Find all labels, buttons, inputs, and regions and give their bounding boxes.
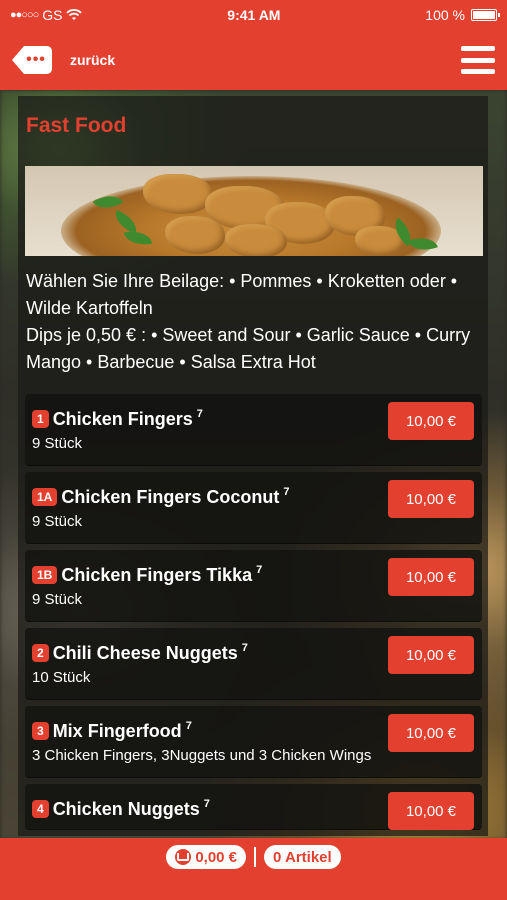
hamburger-menu-icon[interactable] <box>461 46 495 74</box>
item-number-badge: 3 <box>32 722 49 740</box>
item-title: 2 Chili Cheese Nuggets 7 <box>32 636 372 665</box>
item-number-badge: 1B <box>32 566 58 584</box>
item-description: 9 Stück <box>32 435 83 452</box>
item-number-badge: 1A <box>32 488 58 506</box>
item-name: Chicken Fingers Coconut <box>61 487 280 507</box>
status-left: ●●○○○ GS <box>10 7 83 23</box>
add-to-cart-price-button[interactable]: 10,00 € <box>388 714 474 752</box>
wifi-icon <box>66 9 83 20</box>
item-title: 1A Chicken Fingers Coconut 7 <box>32 480 372 509</box>
cart-footer: 0,00 € 0 Artikel <box>0 838 507 900</box>
cart-total-button[interactable]: 0,00 € <box>166 845 247 869</box>
item-title: 3 Mix Fingerfood 7 <box>32 714 372 743</box>
item-description: 3 Chicken Fingers, 3Nuggets und 3 Chicke… <box>32 747 372 764</box>
item-description: 9 Stück <box>32 591 83 608</box>
description-sides: Wählen Sie Ihre Beilage: • Pommes • Krok… <box>26 271 458 318</box>
item-number-badge: 4 <box>32 800 49 818</box>
footer-divider <box>254 847 257 867</box>
carrier-name: GS <box>42 7 63 23</box>
add-to-cart-price-button[interactable]: 10,00 € <box>388 402 474 440</box>
item-name: Mix Fingerfood <box>52 721 182 741</box>
add-to-cart-price-button[interactable]: 10,00 € <box>388 558 474 596</box>
status-bar: ●●○○○ GS 9:41 AM 100 % <box>0 0 507 30</box>
menu-category-panel: Fast Food Wählen Sie Ihre Beilage: • Pom… <box>18 96 488 836</box>
item-title: 1B Chicken Fingers Tikka 7 <box>32 558 372 587</box>
signal-dots: ●●○○○ <box>10 9 39 21</box>
item-title: 1 Chicken Fingers 7 <box>32 402 372 431</box>
app-header: ••• zurück <box>0 30 507 90</box>
list-item[interactable]: 3 Mix Fingerfood 7 3 Chicken Fingers, 3Nug… <box>25 706 482 778</box>
allergen-note: 7 <box>203 798 210 810</box>
item-list: 1 Chicken Fingers 7 9 Stück 10,00 € 1A Chic… <box>18 394 488 830</box>
item-description: 9 Stück <box>32 513 83 530</box>
list-item[interactable]: 1A Chicken Fingers Coconut 7 9 Stück 10,00… <box>25 472 482 544</box>
category-description: Wählen Sie Ihre Beilage: • Pommes • Krok… <box>18 256 488 394</box>
back-arrow-icon: ••• <box>12 46 52 74</box>
item-name: Chicken Fingers <box>52 409 193 429</box>
article-count: 0 Artikel <box>273 848 332 866</box>
item-number-badge: 1 <box>32 410 49 428</box>
allergen-note: 7 <box>196 408 203 420</box>
item-name: Chicken Nuggets <box>52 799 200 819</box>
allergen-note: 7 <box>283 486 290 498</box>
allergen-note: 7 <box>241 642 248 654</box>
category-title: Fast Food <box>26 114 127 137</box>
list-item[interactable]: 2 Chili Cheese Nuggets 7 10 Stück 10,00 € <box>25 628 482 700</box>
back-label: zurück <box>70 52 116 68</box>
status-right: 100 % <box>425 7 500 23</box>
add-to-cart-price-button[interactable]: 10,00 € <box>388 636 474 674</box>
cart-total: 0,00 € <box>195 848 238 866</box>
battery-icon <box>471 9 500 21</box>
allergen-note: 7 <box>256 564 263 576</box>
add-to-cart-price-button[interactable]: 10,00 € <box>388 792 474 830</box>
allergen-note: 7 <box>185 720 192 732</box>
item-description: 10 Stück <box>32 669 91 686</box>
battery-percent: 100 % <box>425 7 465 23</box>
item-number-badge: 2 <box>32 644 49 662</box>
status-time: 9:41 AM <box>227 7 281 23</box>
article-count-button[interactable]: 0 Artikel <box>264 845 341 869</box>
item-name: Chicken Fingers Tikka <box>61 565 253 585</box>
item-name: Chili Cheese Nuggets <box>52 643 238 663</box>
item-title: 4 Chicken Nuggets 7 <box>32 792 372 821</box>
list-item[interactable]: 1B Chicken Fingers Tikka 7 9 Stück 10,00 € <box>25 550 482 622</box>
category-image <box>25 166 483 256</box>
back-button[interactable]: ••• zurück <box>12 46 115 74</box>
description-dips: Dips je 0,50 € : • Sweet and Sour • Garl… <box>26 325 471 372</box>
back-icon-dots: ••• <box>26 51 46 68</box>
add-to-cart-price-button[interactable]: 10,00 € <box>388 480 474 518</box>
list-item[interactable]: 1 Chicken Fingers 7 9 Stück 10,00 € <box>25 394 482 466</box>
list-item[interactable]: 4 Chicken Nuggets 7 10,00 € <box>25 784 482 830</box>
cart-icon <box>175 849 192 865</box>
